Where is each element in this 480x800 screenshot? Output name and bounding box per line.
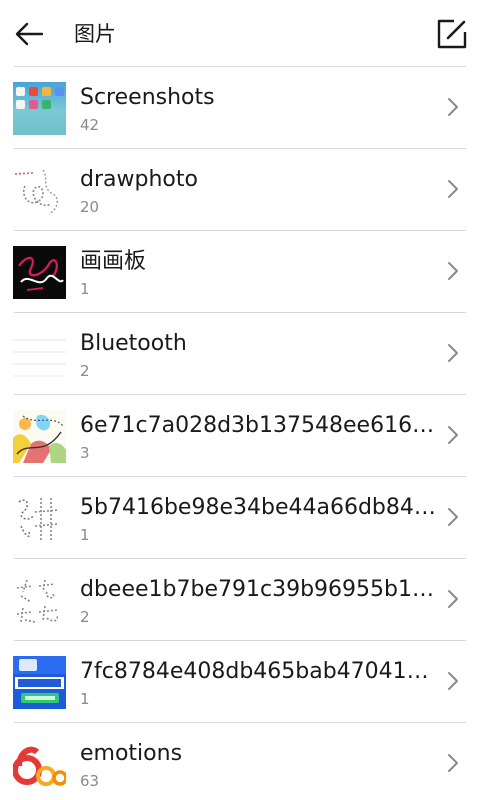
divider	[14, 722, 466, 723]
chevron-right-icon	[448, 98, 458, 116]
divider	[14, 640, 466, 641]
bluetooth-thumbnail	[13, 328, 66, 381]
album-row[interactable]: Screenshots 42	[0, 66, 480, 148]
chevron-right-icon	[448, 180, 458, 198]
sketch-thumbnail	[13, 574, 66, 627]
album-name: Bluetooth	[80, 331, 187, 356]
album-row[interactable]: 6e71c7a028d3b137548ee6161… 3	[0, 394, 480, 476]
back-button[interactable]	[12, 16, 48, 52]
album-count: 2	[80, 362, 90, 380]
album-count: 3	[80, 444, 90, 462]
album-name: 6e71c7a028d3b137548ee6161…	[80, 413, 440, 438]
album-row[interactable]: dbeee1b7be791c39b96955b16… 2	[0, 558, 480, 640]
chevron-right-icon	[448, 426, 458, 444]
divider	[14, 394, 466, 395]
sketch-thumbnail	[13, 492, 66, 545]
album-row[interactable]: drawphoto 20	[0, 148, 480, 230]
divider	[14, 312, 466, 313]
divider	[14, 66, 466, 67]
album-name: 7fc8784e408db465bab47041df…	[80, 659, 440, 684]
screenshots-thumbnail	[13, 82, 66, 135]
arrow-left-icon	[15, 22, 44, 46]
album-name: drawphoto	[80, 167, 198, 192]
album-row[interactable]: emotions 63	[0, 722, 480, 800]
album-count: 42	[80, 116, 100, 134]
emotions-thumbnail	[13, 738, 66, 791]
album-count: 1	[80, 690, 90, 708]
album-row[interactable]: 7fc8784e408db465bab47041df… 1	[0, 640, 480, 722]
colorful-doodle-thumbnail	[13, 410, 66, 463]
album-name: dbeee1b7be791c39b96955b16…	[80, 577, 440, 602]
album-name: emotions	[80, 741, 183, 766]
album-list: Screenshots 42 drawphoto 20 画画板 1 Blueto…	[0, 66, 480, 800]
album-row[interactable]: 画画板 1	[0, 230, 480, 312]
app-window: 图片 Screenshots 42 drawphoto 20 画画板 1 Blu…	[0, 0, 480, 800]
chevron-right-icon	[448, 590, 458, 608]
top-bar: 图片	[0, 0, 480, 66]
album-name: Screenshots	[80, 85, 215, 110]
album-count: 2	[80, 608, 90, 626]
drawphoto-thumbnail	[13, 164, 66, 217]
promo-image-thumbnail	[13, 656, 66, 709]
divider	[14, 558, 466, 559]
album-count: 20	[80, 198, 100, 216]
album-name: 画画板	[80, 249, 147, 274]
drawing-board-thumbnail	[13, 246, 66, 299]
album-row[interactable]: 5b7416be98e34be44a66db84f… 1	[0, 476, 480, 558]
chevron-right-icon	[448, 508, 458, 526]
chevron-right-icon	[448, 344, 458, 362]
divider	[14, 148, 466, 149]
album-row[interactable]: Bluetooth 2	[0, 312, 480, 394]
edit-icon	[437, 19, 467, 49]
chevron-right-icon	[448, 672, 458, 690]
chevron-right-icon	[448, 262, 458, 280]
divider	[14, 230, 466, 231]
album-name: 5b7416be98e34be44a66db84f…	[80, 495, 440, 520]
album-count: 1	[80, 526, 90, 544]
chevron-right-icon	[448, 754, 458, 772]
page-title: 图片	[74, 22, 116, 46]
album-count: 1	[80, 280, 90, 298]
edit-button[interactable]	[434, 16, 470, 52]
album-count: 63	[80, 772, 100, 790]
divider	[14, 476, 466, 477]
